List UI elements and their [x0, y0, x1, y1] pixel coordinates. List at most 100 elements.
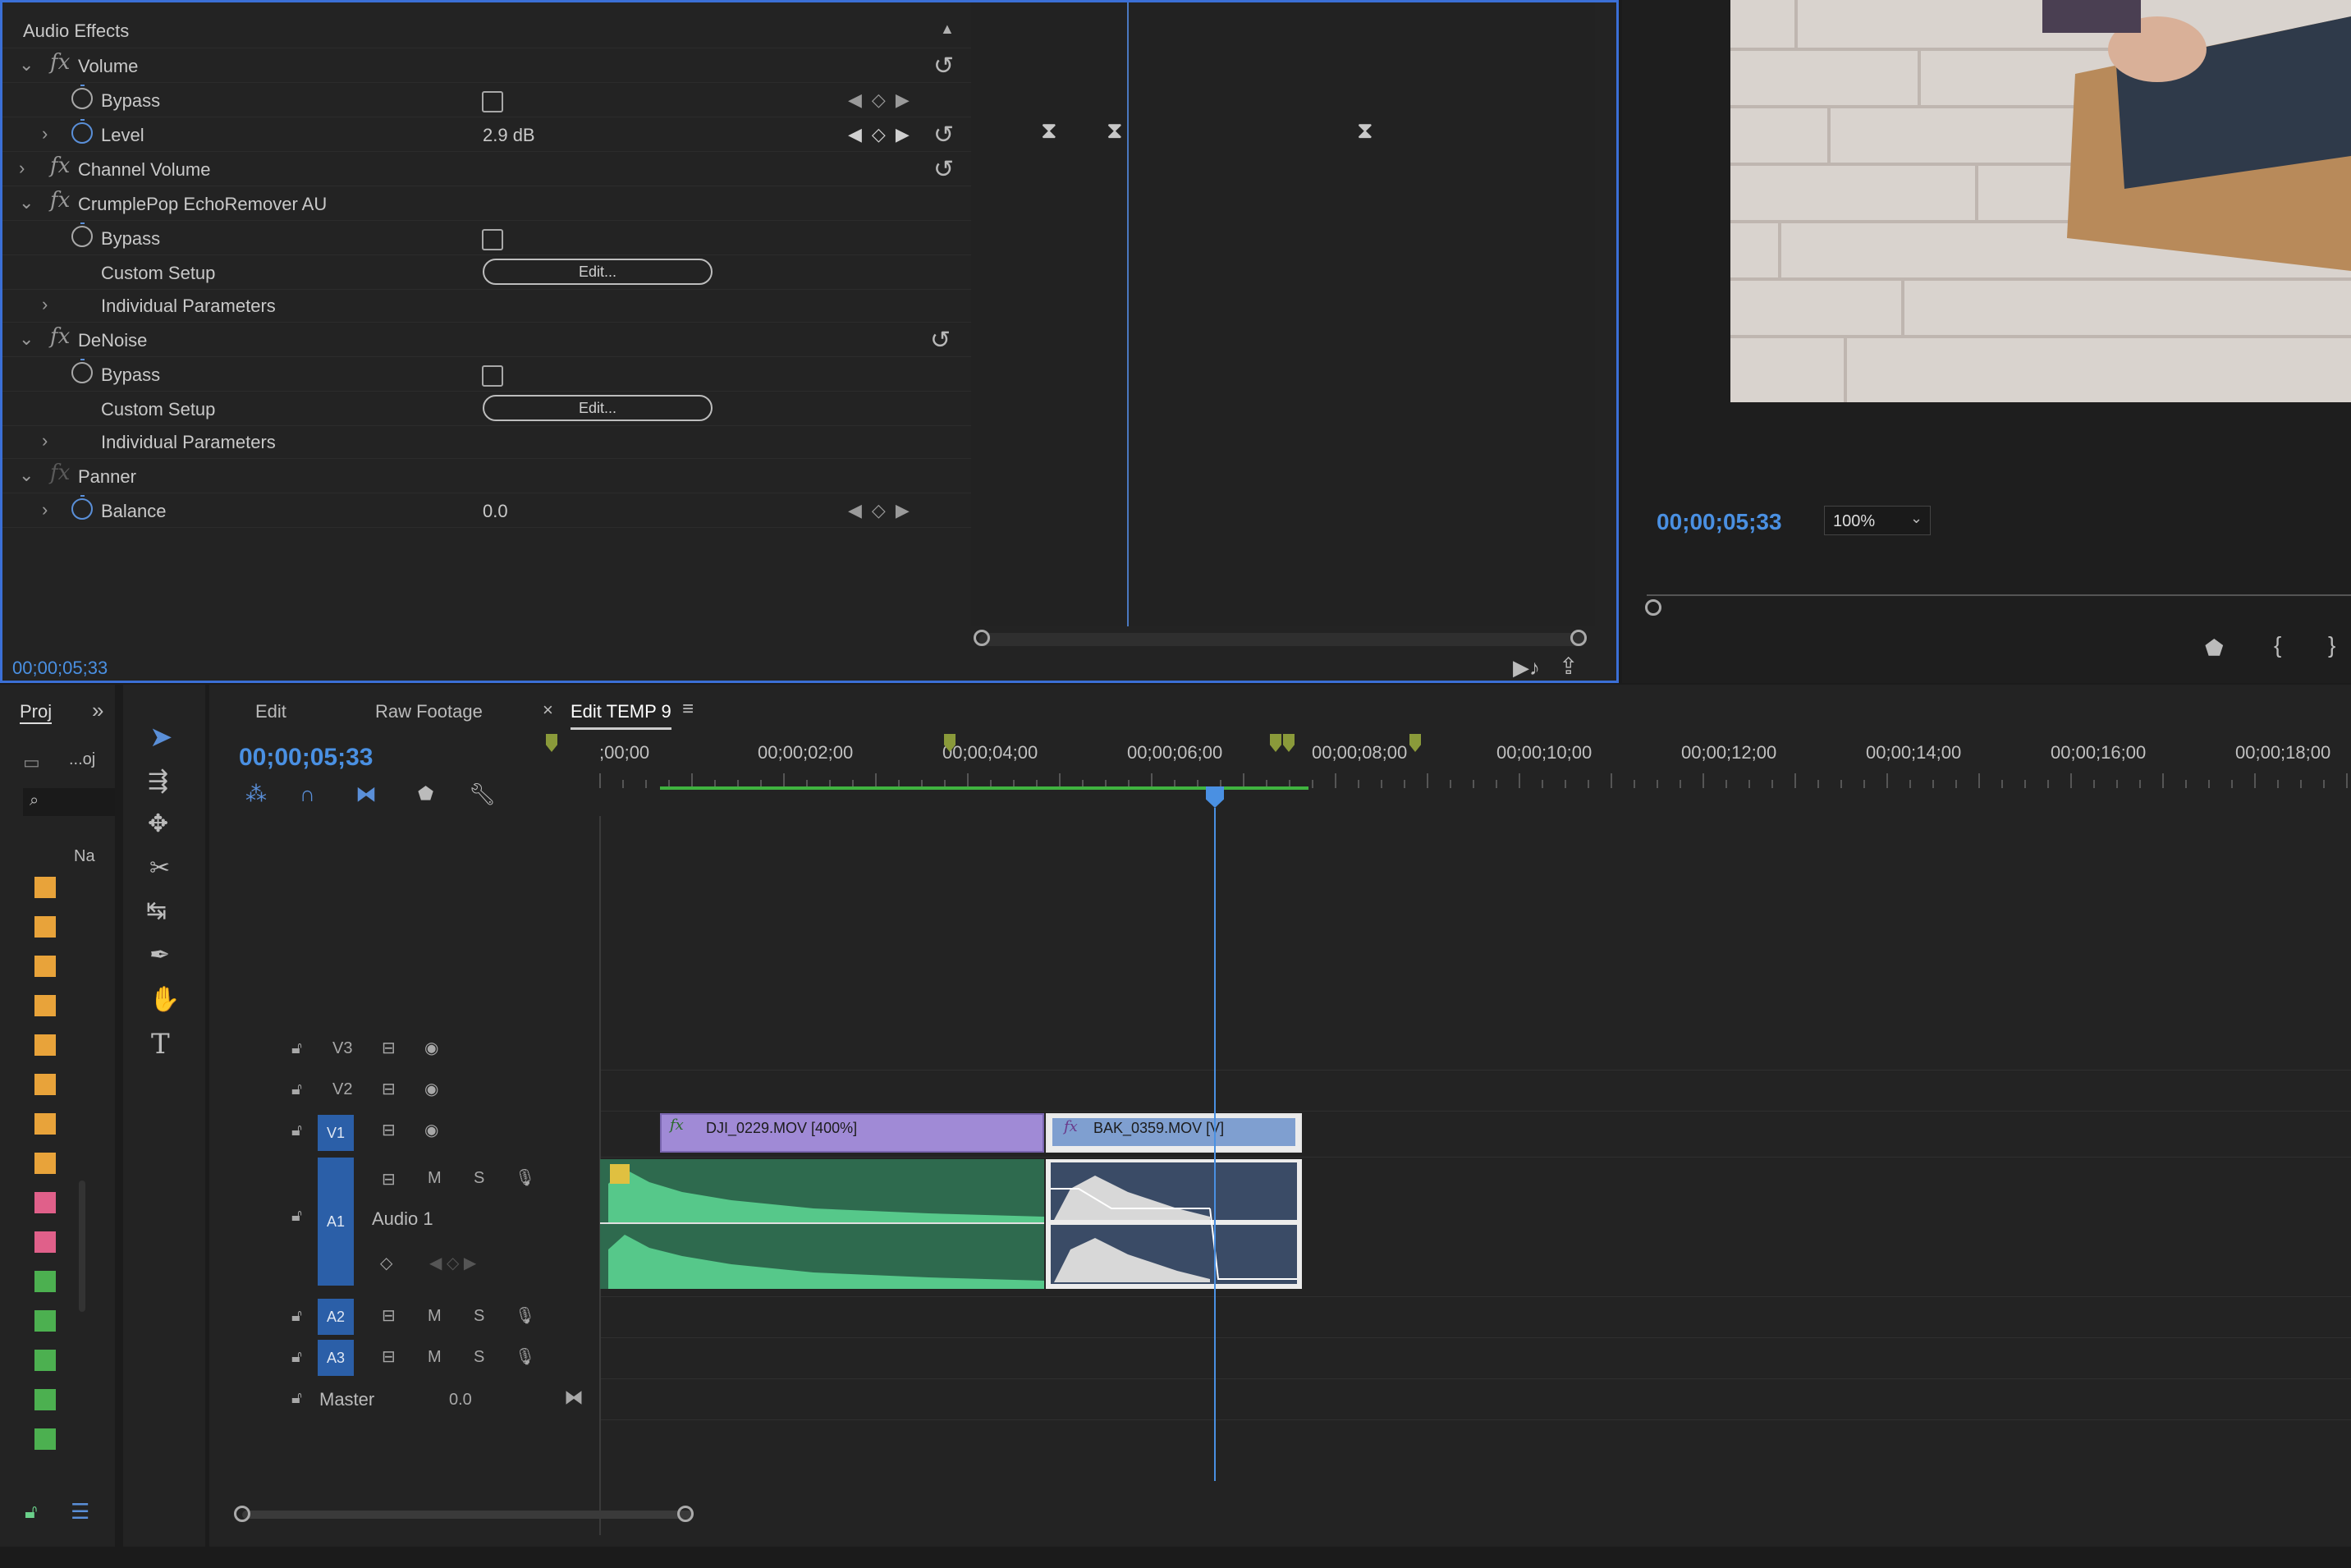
lane-master[interactable] [599, 1379, 2351, 1420]
name-column-header[interactable]: Na [74, 847, 95, 866]
collapse-up-icon[interactable]: ▲ [940, 21, 955, 38]
tab-menu-icon[interactable]: ≡ [682, 698, 694, 721]
project-scrollbar[interactable] [79, 1181, 85, 1312]
lock-icon[interactable]: 🔓︎ [25, 1501, 38, 1524]
add-marker-icon[interactable]: ⬟ [418, 783, 433, 805]
reset-icon[interactable]: ↺ [933, 121, 954, 149]
track-name[interactable]: Audio 1 [372, 1208, 433, 1230]
audio-clip-selected[interactable] [1046, 1159, 1302, 1289]
label-swatch[interactable] [34, 1350, 56, 1371]
stopwatch-icon[interactable] [71, 495, 93, 520]
edit-button[interactable]: Edit... [483, 259, 713, 285]
sync-lock-icon[interactable]: ⊟ [382, 1038, 396, 1058]
label-swatch[interactable] [34, 1113, 56, 1135]
nest-icon[interactable]: ⁂ [245, 782, 267, 807]
tab-raw-footage[interactable]: Raw Footage [375, 701, 483, 722]
scroll-handle-left[interactable] [974, 630, 990, 646]
scroll-handle-left[interactable] [234, 1506, 250, 1522]
ripple-edit-tool-icon[interactable]: ✥ [148, 809, 168, 838]
wrench-icon[interactable]: 🔧︎ [469, 782, 496, 807]
effect-volume[interactable]: ⌄ fx Volume ↺ [2, 48, 971, 83]
timeline-scrollbar[interactable] [242, 1511, 694, 1519]
slip-tool-icon[interactable]: ↹ [146, 896, 167, 925]
chevron-right-icon[interactable]: › [42, 123, 48, 144]
fx-icon[interactable]: fx [50, 461, 70, 485]
mute-button[interactable]: M [428, 1169, 442, 1188]
mute-button[interactable]: M [428, 1307, 442, 1326]
chevron-right-icon[interactable]: › [42, 294, 48, 315]
selection-tool-icon[interactable]: ➤ [149, 721, 173, 754]
label-swatch[interactable] [34, 1271, 56, 1292]
snap-magnet-icon[interactable]: ∩ [300, 782, 315, 807]
close-tab-icon[interactable]: × [543, 699, 553, 721]
time-ruler[interactable]: ;00;00 00;00;02;00 00;00;04;00 00;00;06;00 0… [546, 734, 2351, 816]
fx-badge-icon[interactable]: fx [670, 1116, 684, 1134]
lock-icon[interactable]: 🔓︎ [291, 1039, 302, 1058]
eye-icon[interactable]: ◉ [424, 1079, 438, 1099]
label-swatch[interactable] [34, 1310, 56, 1332]
voiceover-mic-icon[interactable]: 🎙︎ [515, 1305, 535, 1326]
audio-clip[interactable] [600, 1159, 1044, 1289]
zoom-scrollbar[interactable] [979, 633, 1587, 646]
lock-icon[interactable]: 🔓︎ [291, 1348, 302, 1367]
eye-icon[interactable]: ◉ [424, 1038, 438, 1058]
sync-lock-icon[interactable]: ⊟ [382, 1120, 396, 1140]
play-audio-icon[interactable]: ▶♪ [1513, 655, 1540, 681]
label-swatch[interactable] [34, 995, 56, 1016]
pen-tool-icon[interactable]: ✒ [149, 941, 170, 970]
scroll-handle-right[interactable] [677, 1506, 694, 1522]
level-value[interactable]: 2.9 dB [483, 125, 535, 146]
lock-icon[interactable]: 🔓︎ [291, 1389, 302, 1408]
lane-a2[interactable] [599, 1297, 2351, 1338]
sequence-marker[interactable] [546, 734, 557, 752]
track-target-a3[interactable]: A3 [318, 1340, 354, 1376]
lane-v3[interactable] [599, 1029, 2351, 1071]
chevron-down-icon[interactable]: ⌄ [19, 192, 34, 213]
stopwatch-icon[interactable] [71, 119, 93, 144]
lane-v2[interactable] [599, 1071, 2351, 1112]
fx-icon[interactable]: fx [50, 154, 70, 178]
label-swatch[interactable] [34, 916, 56, 938]
chevron-down-icon[interactable]: ⌄ [19, 328, 34, 350]
keyframe-icon[interactable]: ⧗ [1041, 117, 1057, 144]
effect-channel-volume[interactable]: › fx Channel Volume ↺ [2, 152, 971, 186]
sequence-marker[interactable] [1270, 734, 1281, 752]
bypass-checkbox[interactable] [482, 229, 503, 250]
label-swatch[interactable] [34, 1153, 56, 1174]
project-item-label[interactable]: ...oj [69, 750, 95, 769]
stopwatch-icon[interactable] [71, 222, 93, 247]
label-swatch[interactable] [34, 1428, 56, 1450]
sequence-marker[interactable] [1409, 734, 1421, 752]
label-swatch[interactable] [34, 956, 56, 977]
chevron-down-icon[interactable]: ⌄ [19, 465, 34, 486]
lane-a3[interactable] [599, 1338, 2351, 1379]
reset-icon[interactable]: ↺ [933, 155, 954, 184]
reset-menu-icon[interactable]: ↺ [930, 326, 951, 355]
fx-icon[interactable]: fx [50, 50, 70, 75]
chevron-right-icon[interactable]: › [42, 499, 48, 520]
master-value[interactable]: 0.0 [449, 1391, 472, 1410]
label-swatch[interactable] [34, 1389, 56, 1410]
keyframe-nav[interactable]: ◀ ◇ ▶ [429, 1253, 476, 1273]
sync-lock-icon[interactable]: ⊟ [382, 1305, 396, 1326]
solo-button[interactable]: S [474, 1348, 484, 1367]
fx-icon[interactable]: fx [50, 188, 70, 213]
playhead-line[interactable] [1214, 808, 1216, 1481]
solo-button[interactable]: S [474, 1169, 484, 1188]
voiceover-mic-icon[interactable]: 🎙︎ [515, 1346, 535, 1367]
chevron-right-icon[interactable]: › [19, 158, 25, 179]
bypass-checkbox[interactable] [482, 365, 503, 387]
effect-timecode[interactable]: 00;00;05;33 [12, 658, 108, 679]
keyframe-nav[interactable]: ◀◇▶ [848, 89, 919, 111]
mark-out-icon[interactable]: } [2328, 632, 2335, 658]
balance-value[interactable]: 0.0 [483, 501, 508, 522]
edit-button[interactable]: Edit... [483, 395, 713, 421]
sync-lock-icon[interactable]: ⊟ [382, 1079, 396, 1099]
track-select-tool-icon[interactable]: ⇶ [148, 767, 168, 795]
program-timecode[interactable]: 00;00;05;33 [1657, 509, 1782, 535]
tab-edit[interactable]: Edit [255, 701, 286, 722]
keyframe-toggle-icon[interactable]: ◇ [380, 1253, 392, 1273]
razor-tool-icon[interactable]: ✂ [149, 854, 170, 883]
track-label[interactable]: V3 [332, 1039, 352, 1058]
track-target-a1[interactable]: A1 [318, 1158, 354, 1286]
